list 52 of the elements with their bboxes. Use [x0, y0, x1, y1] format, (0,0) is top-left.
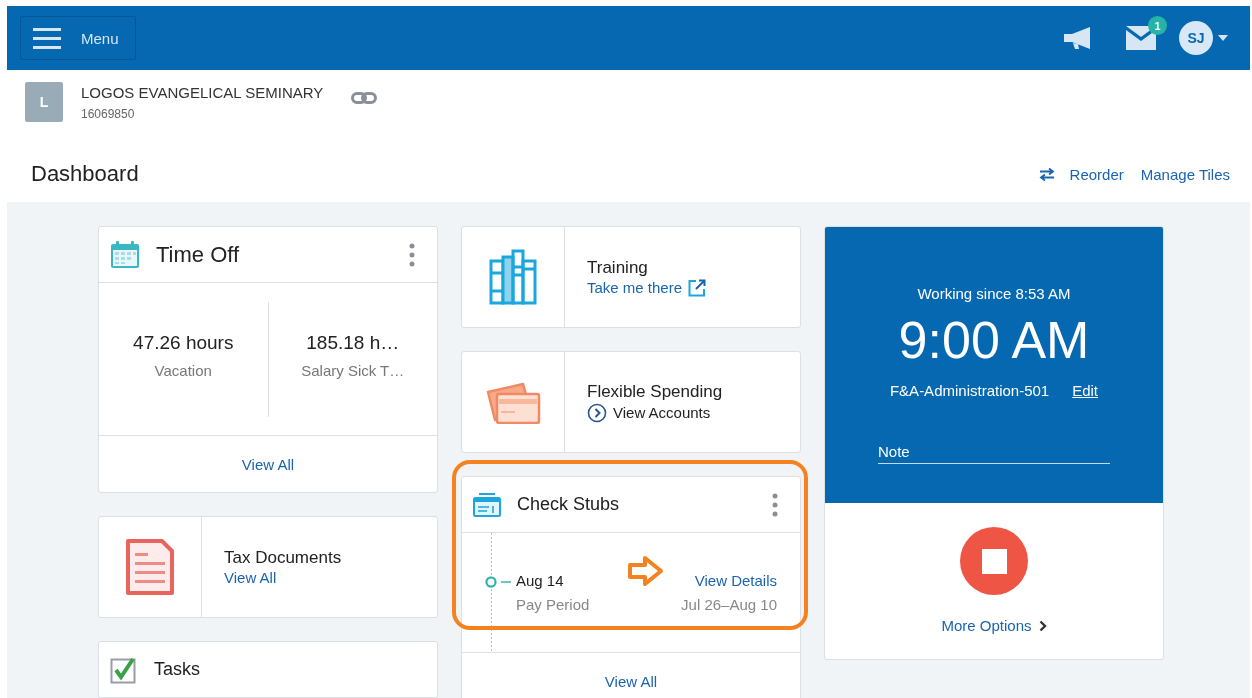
- balance-amount: 47.26 hours: [133, 331, 234, 354]
- calendar-icon: [110, 240, 140, 269]
- more-options-icon[interactable]: [772, 492, 778, 517]
- balance-label: Salary Sick T…: [301, 361, 405, 379]
- tile-title: Training: [587, 257, 649, 278]
- view-details-link[interactable]: View Details: [694, 572, 777, 589]
- working-status: Working since 8:53 AM: [917, 285, 1071, 302]
- more-options-icon[interactable]: [409, 242, 415, 267]
- cards-icon: [485, 380, 541, 424]
- edit-link[interactable]: Edit: [1072, 382, 1099, 399]
- reorder-icon[interactable]: [1038, 167, 1055, 181]
- pay-period-label: Pay Period: [516, 596, 590, 613]
- chevron-circle-icon: [587, 402, 607, 423]
- organization-number: 16069850: [81, 106, 136, 121]
- checkbox-icon: [110, 655, 138, 684]
- link-icon[interactable]: [351, 92, 378, 104]
- chevron-right-icon: [1038, 619, 1047, 632]
- books-icon: [489, 249, 537, 305]
- tile-title: Flexible Spending: [587, 381, 723, 402]
- notification-badge: 1: [1148, 16, 1167, 35]
- caret-icon[interactable]: [1218, 35, 1228, 41]
- external-link-icon: [688, 278, 707, 297]
- action-link[interactable]: Manage Tiles: [1140, 165, 1230, 183]
- check-icon: [473, 492, 501, 517]
- pay-date: Aug 14: [516, 572, 565, 589]
- organization-avatar: L: [25, 82, 63, 122]
- megaphone-icon[interactable]: [1062, 26, 1092, 50]
- view-accounts-link[interactable]: View Accounts: [613, 404, 711, 421]
- user-avatar[interactable]: SJ: [1179, 21, 1213, 55]
- organization-name: LOGOS EVANGELICAL SEMINARY: [81, 83, 324, 101]
- clock-time: 9:00 AM: [898, 310, 1090, 370]
- pay-period-range: Jul 26–Aug 10: [681, 596, 777, 613]
- action-link[interactable]: Reorder: [1069, 165, 1124, 183]
- arrow-icon: [627, 555, 665, 587]
- page-title: Dashboard: [31, 161, 139, 187]
- external-link[interactable]: Take me there: [587, 279, 683, 296]
- menu-icon: [33, 27, 61, 49]
- menu-button[interactable]: Menu: [20, 16, 136, 60]
- job-name: F&A-Administration-501: [889, 382, 1050, 399]
- mail-icon[interactable]: [1126, 26, 1156, 50]
- tile-title: Tax Documents: [224, 548, 342, 568]
- tile-title: Check Stubs: [517, 494, 620, 515]
- tile-title: Tasks: [154, 659, 200, 680]
- document-icon: [126, 539, 174, 595]
- balance-label: Vacation: [154, 361, 212, 379]
- view-all-link[interactable]: View All: [241, 455, 295, 473]
- view-all-link[interactable]: View All: [604, 673, 658, 690]
- tile-title: Time Off: [156, 241, 240, 268]
- view-all-link[interactable]: View All: [224, 569, 342, 586]
- more-options-link[interactable]: More Options: [941, 617, 1032, 634]
- balance-amount: 185.18 h…: [306, 331, 400, 354]
- note-field[interactable]: Note: [878, 443, 1110, 464]
